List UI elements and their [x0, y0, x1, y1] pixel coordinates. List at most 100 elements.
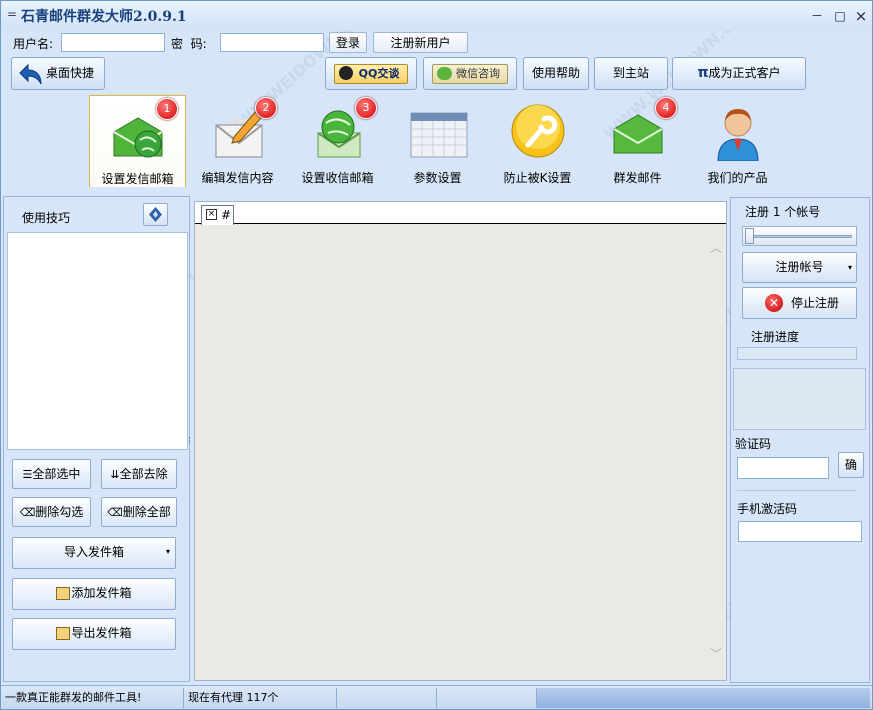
wechat-consult-button[interactable]: 微信咨询: [423, 57, 517, 90]
nav-our-products[interactable]: 我们的产品: [689, 95, 786, 187]
export-outbox-button[interactable]: 导出发件箱: [12, 618, 176, 650]
register-count-slider[interactable]: [742, 226, 857, 246]
register-account-dropdown[interactable]: 注册帐号 ▾: [742, 252, 857, 283]
nav-label: 群发邮件: [613, 171, 662, 185]
password-input[interactable]: [220, 33, 324, 52]
tips-label: 使用技巧: [22, 211, 71, 225]
export-outbox-label: 导出发件箱: [71, 626, 132, 640]
become-customer-button[interactable]: π成为正式客户: [672, 57, 806, 90]
add-file-icon: [56, 587, 71, 600]
diamond-icon: [149, 207, 162, 222]
password-label: 密 码:: [171, 37, 207, 51]
system-menu-icon[interactable]: =: [7, 7, 17, 21]
left-panel: 使用技巧 ☰全部选中 ⇊全部去除 ⌫删除勾选 ⌫删除全部 导入发件箱 ▾ 添加发…: [3, 196, 190, 682]
minimize-button[interactable]: －: [809, 8, 825, 24]
register-count-label: 注册 1 个帐号: [745, 205, 821, 219]
tab-strip: × #: [195, 202, 726, 225]
wrench-icon: [511, 104, 564, 158]
delete-all-button[interactable]: ⌫删除全部: [101, 497, 177, 527]
tab-close-icon[interactable]: ×: [206, 209, 217, 220]
tab-label: #: [221, 208, 232, 222]
scroll-up-icon[interactable]: ︿: [710, 239, 722, 256]
qq-penguin-icon: [339, 66, 353, 80]
stop-register-button[interactable]: ✕ 停止注册: [742, 287, 857, 319]
username-input[interactable]: [61, 33, 165, 52]
divider: [737, 490, 857, 491]
nav-label: 防止被K设置: [503, 171, 572, 185]
select-all-label: 全部选中: [32, 467, 81, 481]
desktop-shortcut-button[interactable]: 桌面快捷: [11, 57, 105, 90]
status-proxy-count: 现在有代理 117个: [184, 688, 337, 708]
desktop-shortcut-label: 桌面快捷: [45, 66, 94, 80]
add-outbox-button[interactable]: 添加发件箱: [12, 578, 176, 610]
scroll-down-icon[interactable]: ﹀: [710, 645, 722, 662]
sms-code-label: 手机激活码: [737, 502, 798, 516]
nav-label: 设置收信邮箱: [301, 171, 374, 185]
eraser-icon: ⌫: [107, 506, 123, 519]
captcha-confirm-button[interactable]: 确: [838, 452, 864, 478]
dropdown-arrow-icon: ▾: [847, 263, 852, 272]
remove-all-icon: ⇊: [110, 468, 120, 481]
maximize-button[interactable]: □: [832, 8, 848, 24]
status-cell: [437, 688, 537, 708]
register-progress-bar: [737, 347, 857, 360]
splitter-handle[interactable]: [189, 437, 190, 443]
step-badge: 1: [156, 98, 178, 120]
status-cell: [337, 688, 437, 708]
sms-code-input[interactable]: [738, 521, 862, 542]
eraser-icon: ⌫: [19, 506, 36, 519]
right-panel: 注册 1 个帐号 注册帐号 ▾ ✕ 停止注册 注册进度 验证码 确 手机激活码: [730, 197, 870, 683]
title-bar[interactable]: = 石青邮件群发大师2.0.9.1 － □ ×: [1, 1, 872, 31]
nav-mass-mail[interactable]: 4 群发邮件: [589, 95, 686, 187]
captcha-label: 验证码: [735, 437, 772, 451]
nav-edit-content[interactable]: 2 编辑发信内容: [189, 95, 286, 187]
login-button[interactable]: 登录: [329, 32, 367, 53]
delete-checked-label: 删除勾选: [35, 505, 84, 519]
nav-label: 编辑发信内容: [201, 171, 274, 185]
tab-hash[interactable]: × #: [201, 205, 234, 225]
nav-anti-block-settings[interactable]: 防止被K设置: [489, 95, 586, 187]
delete-checked-button[interactable]: ⌫删除勾选: [12, 497, 91, 527]
select-all-icon: ☰: [22, 468, 33, 481]
step-badge: 2: [255, 97, 277, 119]
stop-icon: ✕: [765, 294, 783, 312]
nav-parameter-settings[interactable]: 参数设置: [389, 95, 486, 187]
mailbox-list[interactable]: [7, 232, 188, 450]
captcha-input[interactable]: [737, 457, 829, 479]
slider-thumb[interactable]: [745, 228, 754, 244]
remove-all-button[interactable]: ⇊全部去除: [101, 459, 177, 489]
delete-all-label: 删除全部: [122, 505, 171, 519]
tips-diamond-button[interactable]: [143, 203, 168, 226]
arrow-back-icon: [19, 63, 42, 85]
export-file-icon: [56, 627, 71, 640]
stop-register-label: 停止注册: [791, 296, 840, 310]
select-all-button[interactable]: ☰全部选中: [12, 459, 91, 489]
home-site-button[interactable]: 到主站: [594, 57, 668, 90]
window-title: 石青邮件群发大师2.0.9.1: [21, 9, 187, 25]
register-log-box: [733, 368, 866, 430]
import-outbox-label: 导入发件箱: [63, 545, 124, 559]
progress-label: 注册进度: [751, 330, 800, 344]
step-badge: 3: [355, 97, 377, 119]
register-account-label: 注册帐号: [775, 260, 824, 274]
calendar-grid-icon: [410, 112, 467, 158]
nav-send-mailbox[interactable]: 1 设置发信邮箱: [89, 95, 186, 187]
main-window: WWW.WEIDOWN.COM WWW.WEIDOWN.COM WWW.WEID…: [0, 0, 873, 710]
add-outbox-label: 添加发件箱: [71, 586, 132, 600]
register-user-button[interactable]: 注册新用户: [373, 32, 468, 53]
become-customer-label: 成为正式客户: [708, 66, 781, 80]
nav-recipient-mailbox[interactable]: 3 设置收信邮箱: [289, 95, 386, 187]
close-button[interactable]: ×: [853, 8, 869, 24]
status-bar: 一款真正能群发的邮件工具! 现在有代理 117个: [1, 685, 872, 709]
status-slogan: 一款真正能群发的邮件工具!: [1, 688, 184, 708]
username-label: 用户名:: [13, 37, 54, 51]
vertical-scrollbar[interactable]: ︿ ﹀: [706, 225, 726, 680]
nav-label: 我们的产品: [707, 171, 768, 185]
help-button[interactable]: 使用帮助: [523, 57, 589, 90]
step-badge: 4: [655, 97, 677, 119]
nav-label: 设置发信邮箱: [101, 172, 174, 186]
user-person-icon: [716, 109, 759, 161]
remove-all-label: 全部去除: [119, 467, 168, 481]
qq-chat-button[interactable]: QQ交谈: [325, 57, 417, 90]
import-outbox-dropdown[interactable]: 导入发件箱 ▾: [12, 537, 176, 569]
